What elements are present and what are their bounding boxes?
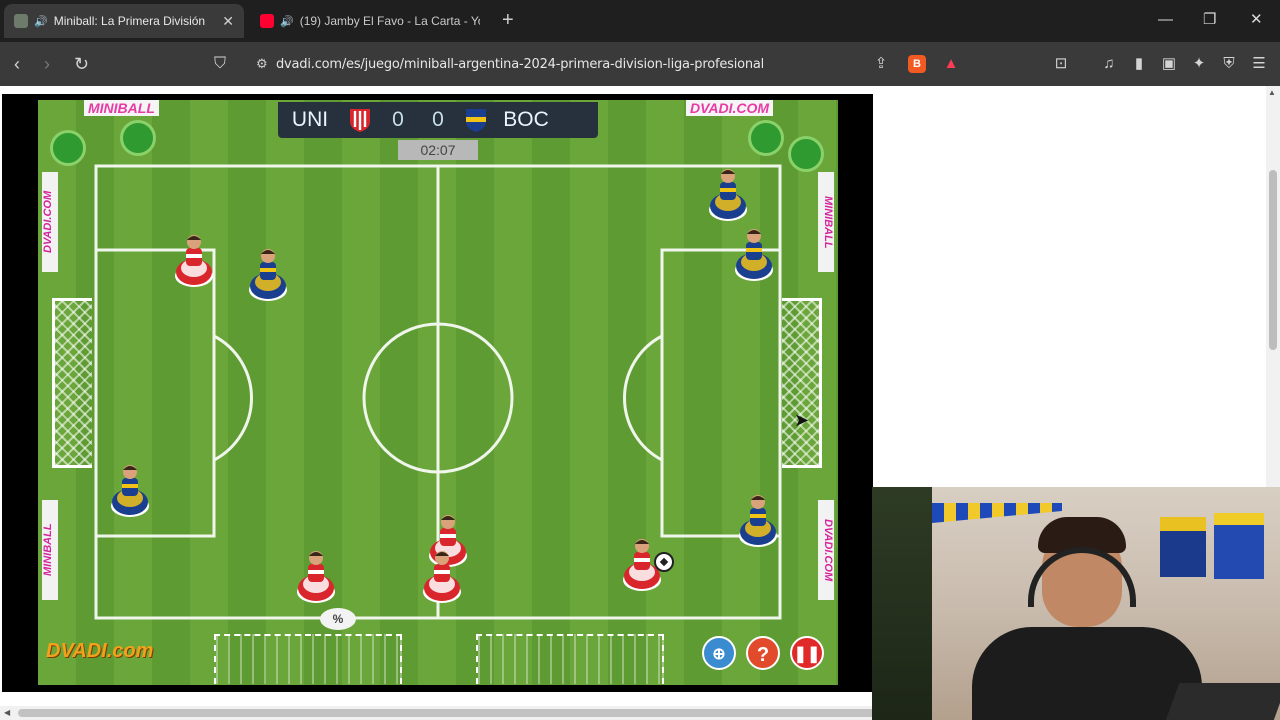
help-button[interactable]: ? <box>746 636 780 670</box>
home-team-name: UNI <box>291 108 329 131</box>
bottom-panel: DVADI.com ⊕ ? ❚❚ <box>38 630 838 685</box>
away-team-name: BOC <box>503 108 549 131</box>
home-bench <box>214 634 402 684</box>
away-player-token <box>110 462 150 518</box>
screenshot-icon[interactable]: ⊡ <box>1052 55 1070 73</box>
crosshair-button[interactable]: ⊕ <box>702 636 736 670</box>
youtube-favicon-icon <box>260 14 274 28</box>
wallet-icon[interactable]: ▣ <box>1160 55 1178 73</box>
side-ad-left-bottom: MINIBALL <box>42 500 58 600</box>
close-window-button[interactable]: ✕ <box>1250 10 1263 30</box>
sidebar-icon[interactable]: ▮ <box>1130 55 1148 73</box>
away-player-token <box>738 492 778 548</box>
forward-button[interactable]: › <box>44 54 50 74</box>
jersey-decoration <box>1160 517 1206 577</box>
site-settings-icon[interactable]: ⚙ <box>248 56 276 72</box>
scoreboard: UNI 0 0 BOC <box>278 102 598 138</box>
side-ad-left-top: DVADI.COM <box>42 172 58 272</box>
left-goal <box>52 298 92 468</box>
bookmark-icon[interactable]: ⛉ <box>214 54 226 74</box>
away-crest-icon <box>466 109 486 132</box>
board-dvadi: DVADI.COM <box>686 100 774 116</box>
match-timer: 02:07 <box>398 140 478 160</box>
scroll-up-icon[interactable]: ▲ <box>1268 88 1276 97</box>
game-canvas[interactable]: MINIBALL DVADI.COM DVADI.COM MINIBALL MI… <box>38 100 838 685</box>
menu-icon[interactable]: ☰ <box>1250 55 1268 73</box>
tab-bar: 🔊 Miniball: La Primera División ✕ 🔊 (19)… <box>0 0 1280 42</box>
spectator-token <box>748 120 784 156</box>
reload-button[interactable]: ↻ <box>74 54 89 74</box>
christmas-tree <box>872 487 932 720</box>
board-miniball: MINIBALL <box>84 100 159 116</box>
away-player-token <box>248 246 288 302</box>
away-score: 0 <box>432 108 444 131</box>
webcam-overlay <box>872 487 1280 720</box>
home-player-token[interactable] <box>174 232 214 288</box>
url-text: dvadi.com/es/juego/miniball-argentina-20… <box>276 56 765 72</box>
home-player-token[interactable] <box>422 548 462 604</box>
restore-button[interactable]: ❐ <box>1203 10 1216 30</box>
tab-youtube[interactable]: 🔊 (19) Jamby El Favo - La Carta - Yo <box>250 4 490 38</box>
back-button[interactable]: ‹ <box>14 54 20 74</box>
spectator-token <box>120 120 156 156</box>
side-ad-right-bottom: DVADI.COM <box>818 500 834 600</box>
tab-miniball[interactable]: 🔊 Miniball: La Primera División ✕ <box>4 4 244 38</box>
home-score: 0 <box>392 108 404 131</box>
brave-rewards-icon[interactable]: ▲ <box>942 55 960 73</box>
home-crest-icon <box>350 109 370 132</box>
brave-shields-icon[interactable]: B <box>908 55 926 73</box>
tab-title: Miniball: La Primera División <box>53 14 206 28</box>
tab-title: (19) Jamby El Favo - La Carta - Yo <box>299 14 480 28</box>
jersey-decoration <box>1214 513 1264 579</box>
address-bar[interactable]: ⚙ dvadi.com/es/juego/miniball-argentina-… <box>248 48 976 80</box>
minimize-button[interactable]: — <box>1158 10 1173 30</box>
new-tab-button[interactable]: + <box>502 10 514 30</box>
close-tab-icon[interactable]: ✕ <box>222 13 234 30</box>
pause-button[interactable]: ❚❚ <box>790 636 824 670</box>
dvadi-logo: DVADI.com <box>46 640 154 662</box>
scroll-left-icon[interactable]: ◀ <box>4 708 10 717</box>
spectator-token <box>50 130 86 166</box>
dvadi-favicon-icon <box>14 14 28 28</box>
media-icon[interactable]: ♫ <box>1100 55 1118 73</box>
away-bench <box>476 634 664 684</box>
away-player-token <box>734 226 774 282</box>
soccer-ball <box>654 552 674 572</box>
side-ad-right-top: MINIBALL <box>818 172 834 272</box>
streamer-shirt <box>972 627 1202 720</box>
leo-ai-icon[interactable]: ✦ <box>1190 55 1208 73</box>
shot-power-indicator: % <box>320 608 356 630</box>
browser-toolbar: ‹ › ↻ ⛉ ⚙ dvadi.com/es/juego/miniball-ar… <box>0 42 1280 86</box>
bunting-decoration <box>932 503 1062 523</box>
speaker-icon[interactable]: 🔊 <box>280 15 294 28</box>
mouse-cursor-icon: ➤ <box>794 410 810 430</box>
right-goal <box>782 298 822 468</box>
speaker-icon[interactable]: 🔊 <box>34 15 48 28</box>
vertical-scroll-thumb[interactable] <box>1269 170 1277 350</box>
share-icon[interactable]: ⇪ <box>872 55 890 73</box>
away-player-token <box>708 166 748 222</box>
home-player-token[interactable] <box>296 548 336 604</box>
keyboard <box>1164 683 1280 720</box>
spectator-token <box>788 136 824 172</box>
vpn-icon[interactable]: ⛨ <box>1220 55 1238 73</box>
